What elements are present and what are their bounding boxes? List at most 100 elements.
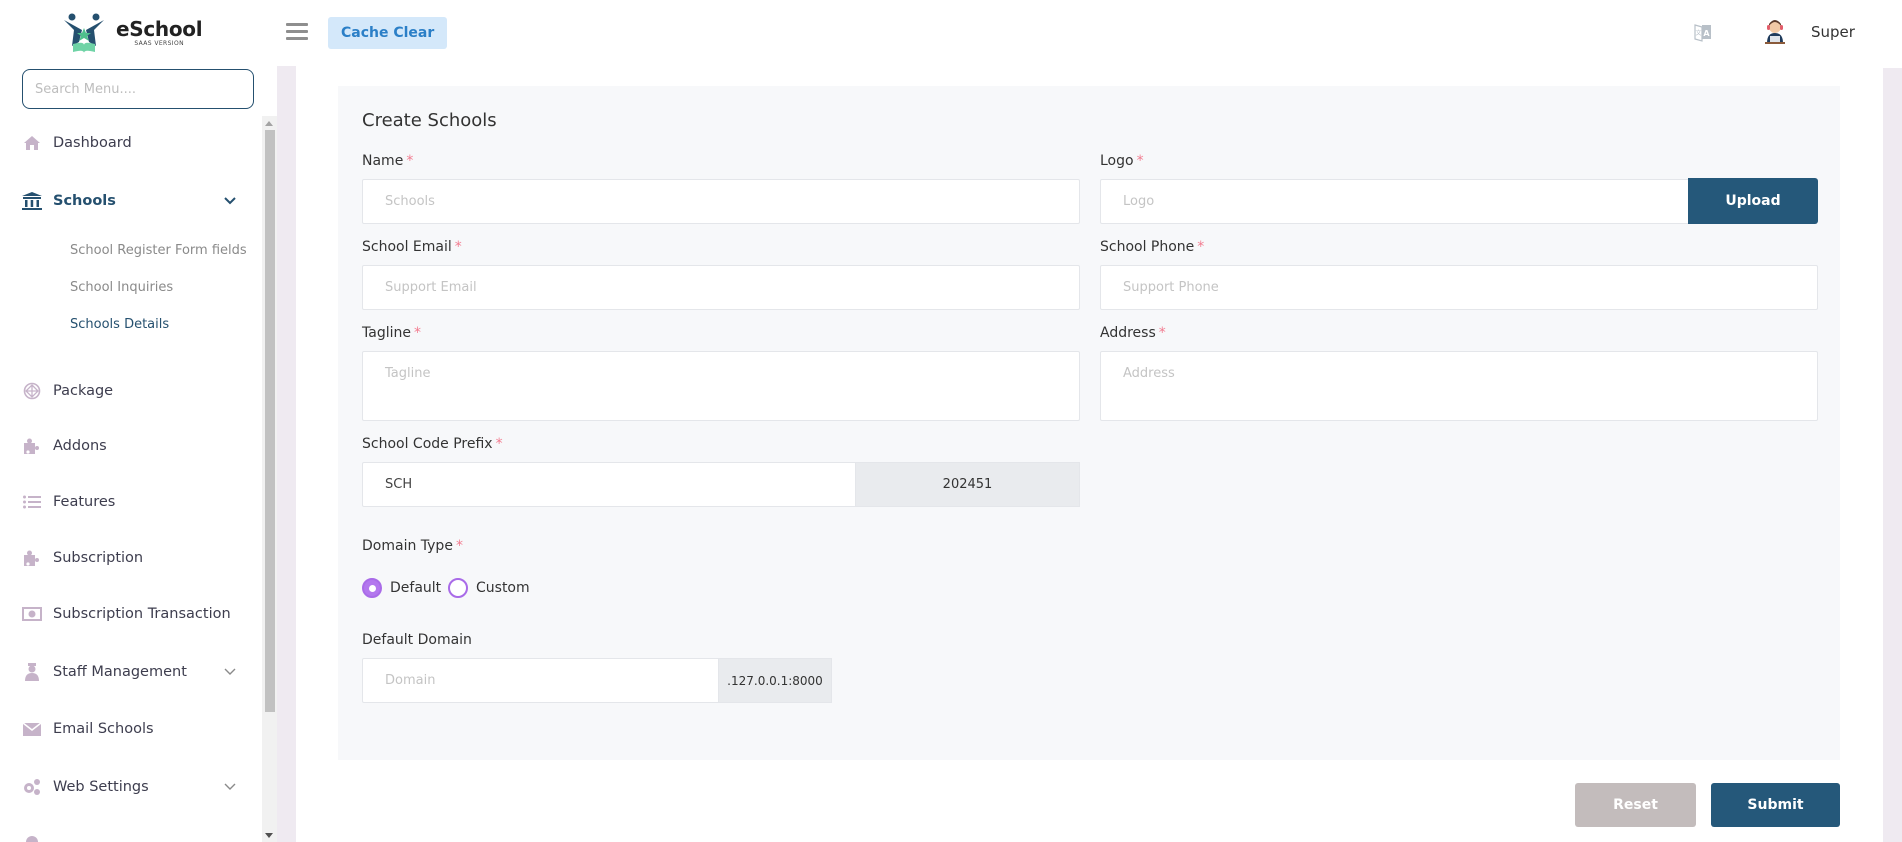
tagline-textarea[interactable] [362, 351, 1080, 421]
radio-unchecked-icon[interactable] [448, 578, 468, 598]
scroll-down-arrow-icon[interactable] [265, 833, 273, 838]
required-mark: * [495, 436, 503, 452]
user-avatar-icon[interactable] [1764, 19, 1786, 45]
page-title: Create Schools [362, 110, 497, 131]
school-email-label: School Email * [362, 239, 462, 255]
bank-icon [22, 192, 42, 210]
school-email-input[interactable] [362, 265, 1080, 310]
sidebar-item-label: Features [53, 494, 116, 510]
sidebar-item-label: Package [53, 383, 114, 399]
user-name[interactable]: Super [1811, 23, 1855, 41]
logo-label: Logo * [1100, 153, 1144, 169]
sidebar-scrollbar[interactable] [262, 116, 277, 842]
tagline-label: Tagline * [362, 325, 421, 341]
school-code-suffix: 202451 [855, 462, 1080, 507]
sidebar-item-dashboard[interactable]: Dashboard [22, 128, 242, 158]
puzzle-icon [22, 437, 42, 455]
sidebar: Dashboard Schools School Register Form f… [0, 66, 262, 842]
language-icon[interactable]: A 文 [1694, 22, 1712, 42]
create-schools-card: Create Schools Name* Logo* Upload School… [338, 86, 1840, 760]
sidebar-item-package[interactable]: Package [22, 376, 242, 406]
school-phone-label: School Phone * [1100, 239, 1204, 255]
required-mark: * [1158, 325, 1166, 341]
required-mark: * [1136, 153, 1144, 169]
reset-button[interactable]: Reset [1575, 783, 1696, 827]
content-gutter [277, 66, 296, 842]
sidebar-item-schools[interactable]: Schools [22, 186, 242, 216]
submenu-schools-details[interactable]: Schools Details [70, 317, 169, 332]
submit-button[interactable]: Submit [1711, 783, 1840, 827]
brand-name: eSchool [116, 17, 203, 41]
sidebar-item-web-settings[interactable]: Web Settings [22, 772, 242, 802]
label-text: Tagline [362, 325, 411, 341]
money-icon [22, 605, 42, 623]
radio-label: Custom [476, 580, 530, 596]
default-domain-label: Default Domain [362, 632, 472, 648]
eschool-logo-icon [64, 13, 104, 53]
search-menu-input[interactable] [22, 69, 254, 109]
label-text: Address [1100, 325, 1156, 341]
domain-suffix: .127.0.0.1:8000 [718, 658, 832, 703]
logo-input[interactable] [1100, 179, 1690, 224]
sidebar-item-label: Dashboard [53, 135, 132, 151]
list-icon [22, 493, 42, 511]
address-textarea[interactable] [1100, 351, 1818, 421]
sidebar-item-features[interactable]: Features [22, 487, 242, 517]
sidebar-item-addons[interactable]: Addons [22, 431, 242, 461]
submenu-school-inquiries[interactable]: School Inquiries [70, 280, 173, 295]
menu-toggle-icon[interactable] [286, 23, 308, 41]
label-text: Name [362, 153, 404, 169]
sidebar-item-label: Schools [53, 193, 116, 209]
cache-clear-button[interactable]: Cache Clear [328, 17, 448, 49]
school-code-prefix-input[interactable] [362, 462, 858, 507]
scrollbar-thumb[interactable] [265, 130, 275, 712]
upload-button[interactable]: Upload [1688, 178, 1818, 224]
chevron-down-icon [224, 783, 236, 790]
sidebar-item-label: Subscription Transaction [53, 606, 231, 622]
staff-icon [22, 663, 42, 681]
envelope-icon [22, 720, 42, 738]
required-mark: * [406, 153, 414, 169]
chevron-down-icon [224, 197, 236, 205]
page-scrollbar-track[interactable] [1883, 68, 1902, 842]
puzzle-icon [22, 549, 42, 567]
required-mark: * [1197, 239, 1205, 255]
radio-checked-icon[interactable] [362, 578, 382, 598]
required-mark: * [413, 325, 421, 341]
svg-text:A: A [1703, 29, 1710, 38]
sidebar-item-label: Addons [53, 438, 107, 454]
domain-type-default-radio[interactable]: Default [362, 578, 441, 598]
brand[interactable]: eSchool SAAS VERSION [62, 12, 203, 54]
sidebar-item-label: Email Schools [53, 721, 154, 737]
required-mark: * [455, 538, 463, 554]
school-phone-input[interactable] [1100, 265, 1818, 310]
submenu-school-register-form-fields[interactable]: School Register Form fields [70, 243, 247, 258]
sidebar-item-subscription-transaction[interactable]: Subscription Transaction [22, 599, 242, 629]
home-icon [22, 134, 42, 152]
school-name-input[interactable] [362, 179, 1080, 224]
domain-type-label: Domain Type * [362, 538, 463, 554]
brand-subtitle: SAAS VERSION [134, 40, 184, 47]
label-text: Domain Type [362, 538, 453, 554]
top-header: eSchool SAAS VERSION Cache Clear A 文 Sup… [0, 0, 1902, 66]
sidebar-item-label: Web Settings [53, 779, 149, 795]
name-label: Name * [362, 153, 413, 169]
sidebar-item-subscription[interactable]: Subscription [22, 543, 242, 573]
svg-text:文: 文 [1695, 29, 1701, 37]
required-mark: * [454, 239, 462, 255]
label-text: School Code Prefix [362, 436, 493, 452]
sidebar-item-label: Subscription [53, 550, 144, 566]
package-icon [22, 382, 42, 400]
sidebar-item-label: Staff Management [53, 664, 187, 680]
scroll-up-arrow-icon[interactable] [265, 121, 273, 126]
sidebar-item-email-schools[interactable]: Email Schools [22, 714, 242, 744]
radio-label: Default [390, 580, 442, 596]
chevron-down-icon [224, 668, 236, 675]
gears-icon [22, 778, 42, 796]
label-text: Logo [1100, 153, 1134, 169]
sidebar-item-staff-management[interactable]: Staff Management [22, 657, 242, 687]
default-domain-input[interactable] [362, 658, 720, 703]
domain-type-custom-radio[interactable]: Custom [448, 578, 530, 598]
label-text: School Phone [1100, 239, 1195, 255]
label-text: School Email [362, 239, 452, 255]
